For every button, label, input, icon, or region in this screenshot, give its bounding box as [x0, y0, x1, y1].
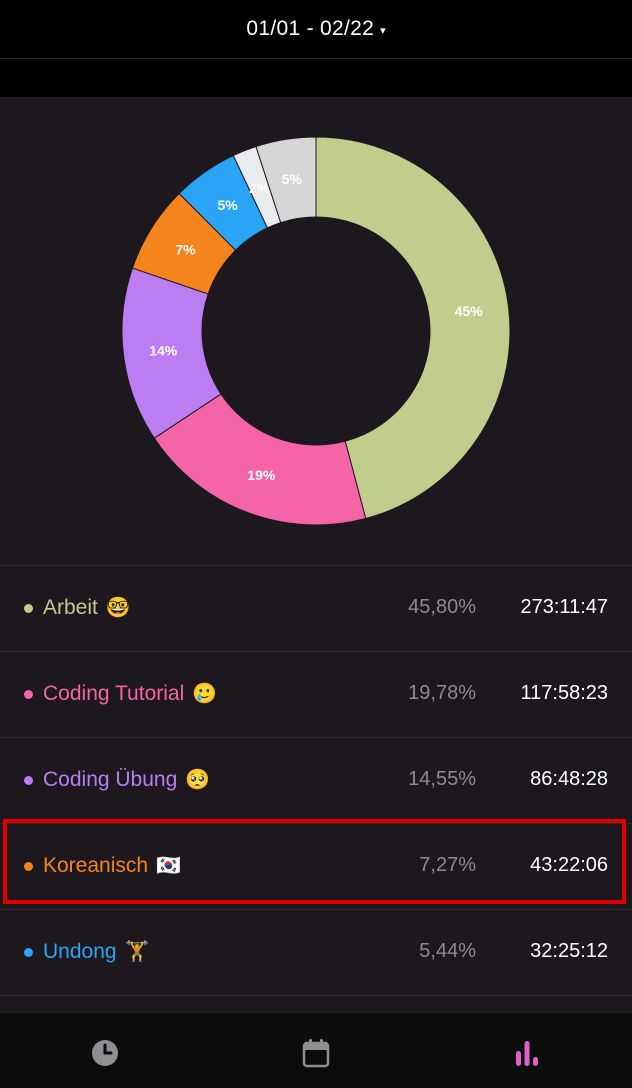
tab-bar: [0, 1012, 632, 1088]
list-item-arbeit[interactable]: Arbeit 🤓 45,80% 273:11:47: [0, 565, 632, 651]
category-percent: 7,27%: [419, 854, 476, 876]
list-divider-end: [0, 995, 632, 997]
calendar-icon: [302, 1039, 330, 1068]
weightlifter-emoji-icon: 🏋: [124, 941, 150, 963]
category-time: 86:48:28: [530, 768, 608, 790]
date-range-text: 01/01 - 02/22: [246, 17, 375, 40]
stats-panel: 45% 19% 14% 7% 5% 2% 5% Arbeit 🤓 45,80% 273:11…: [0, 97, 632, 1012]
category-list: Arbeit 🤓 45,80% 273:11:47 Coding Tutoria…: [0, 565, 632, 997]
category-percent: 14,55%: [408, 768, 476, 790]
slice-label-6: 5%: [282, 171, 303, 187]
category-label: Coding Tutorial 🥲: [43, 681, 217, 706]
tab-calendar[interactable]: [296, 1035, 336, 1071]
slice-label-1: 19%: [247, 467, 276, 483]
color-dot: [24, 948, 33, 957]
slice-label-5: 2%: [249, 180, 270, 196]
category-label: Arbeit 🤓: [43, 595, 131, 620]
category-percent: 45,80%: [408, 596, 476, 618]
category-name: Arbeit: [43, 595, 98, 619]
category-name: Undong: [43, 939, 117, 963]
slice-label-4: 5%: [217, 197, 238, 213]
category-name: Coding Übung: [43, 767, 178, 791]
category-label: Undong 🏋: [43, 939, 149, 964]
category-label: Koreanisch 🇰🇷: [43, 853, 181, 878]
category-name: Koreanisch: [43, 853, 149, 877]
pleading-face-emoji-icon: 🥺: [185, 769, 211, 791]
nerd-face-emoji-icon: 🤓: [105, 597, 131, 619]
header-spacer: [0, 59, 632, 97]
category-percent: 19,78%: [408, 682, 476, 704]
tab-timer[interactable]: [85, 1035, 125, 1071]
category-name: Coding Tutorial: [43, 681, 185, 705]
list-item-coding-tutorial[interactable]: Coding Tutorial 🥲 19,78% 117:58:23: [0, 651, 632, 737]
slice-label-0: 45%: [455, 303, 484, 319]
category-time: 43:22:06: [530, 854, 608, 876]
category-time: 117:58:23: [520, 682, 609, 704]
smiling-tear-emoji-icon: 🥲: [192, 683, 218, 705]
list-item-coding-uebung[interactable]: Coding Übung 🥺 14,55% 86:48:28: [0, 737, 632, 823]
date-range-selector[interactable]: 01/01 - 02/22 ▾: [246, 17, 385, 41]
color-dot: [24, 604, 33, 613]
category-time: 32:25:12: [530, 940, 608, 962]
color-dot: [24, 862, 33, 871]
slice-label-3: 7%: [175, 241, 196, 257]
korea-flag-emoji-icon: 🇰🇷: [156, 855, 181, 877]
category-percent: 5,44%: [419, 940, 476, 962]
category-label: Coding Übung 🥺: [43, 767, 210, 792]
caret-down-icon: ▾: [380, 24, 386, 37]
color-dot: [24, 776, 33, 785]
bar-chart-icon: [516, 1041, 538, 1066]
list-item-undong[interactable]: Undong 🏋 5,44% 32:25:12: [0, 909, 632, 995]
tab-statistics[interactable]: [507, 1035, 547, 1071]
slice-label-2: 14%: [149, 343, 178, 359]
category-time: 273:11:47: [520, 596, 609, 618]
clock-icon: [92, 1040, 118, 1066]
color-dot: [24, 690, 33, 699]
donut-chart[interactable]: 45% 19% 14% 7% 5% 2% 5%: [0, 97, 632, 565]
header: 01/01 - 02/22 ▾: [0, 0, 632, 59]
donut-chart-svg: 45% 19% 14% 7% 5% 2% 5%: [121, 136, 511, 526]
list-item-koreanisch[interactable]: Koreanisch 🇰🇷 7,27% 43:22:06: [0, 823, 632, 909]
